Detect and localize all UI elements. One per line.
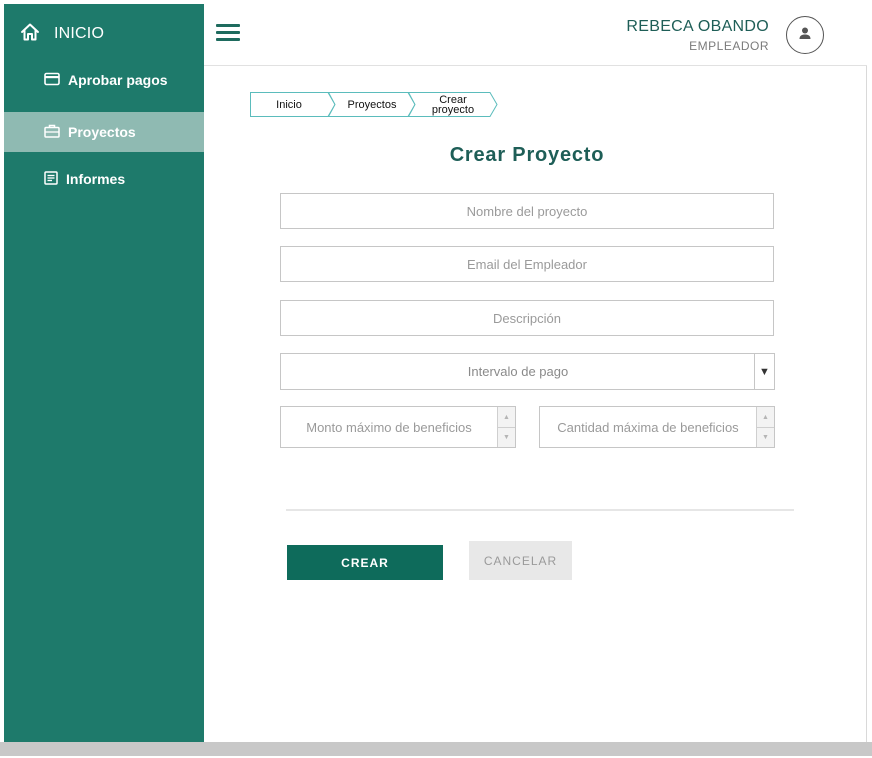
increment-arrow-icon[interactable]: ▲ bbox=[757, 407, 774, 427]
sidebar-item-aprobar-pagos[interactable]: Aprobar pagos bbox=[4, 60, 204, 100]
max-amount-stepper[interactable]: Monto máximo de beneficios ▲ ▼ bbox=[280, 406, 516, 448]
cancel-button[interactable]: CANCELAR bbox=[469, 541, 572, 580]
document-icon bbox=[44, 170, 58, 188]
user-name: REBECA OBANDO bbox=[626, 18, 769, 35]
sidebar-item-informes[interactable]: Informes bbox=[4, 159, 204, 199]
max-quantity-placeholder: Cantidad máxima de beneficios bbox=[557, 419, 739, 435]
breadcrumb-item-proyectos[interactable]: Proyectos bbox=[328, 92, 418, 117]
increment-arrow-icon[interactable]: ▲ bbox=[498, 407, 515, 427]
decrement-arrow-icon[interactable]: ▼ bbox=[498, 427, 515, 447]
sidebar-item-label: Proyectos bbox=[68, 124, 136, 140]
decrement-arrow-icon[interactable]: ▼ bbox=[757, 427, 774, 447]
hamburger-icon[interactable] bbox=[216, 24, 240, 44]
project-name-input[interactable] bbox=[280, 193, 774, 229]
employer-email-input[interactable] bbox=[280, 246, 774, 282]
payment-interval-placeholder: Intervalo de pago bbox=[467, 364, 569, 379]
breadcrumb-item-inicio[interactable]: Inicio bbox=[250, 92, 340, 117]
sidebar: INICIO Aprobar pagos Proyectos Informes bbox=[4, 4, 204, 742]
form-divider bbox=[286, 509, 794, 511]
briefcase-icon bbox=[44, 124, 60, 141]
sidebar-item-proyectos[interactable]: Proyectos bbox=[4, 112, 204, 152]
page-title: Crear Proyecto bbox=[449, 144, 605, 166]
max-quantity-spin-buttons: ▲ ▼ bbox=[756, 407, 774, 447]
description-input[interactable] bbox=[280, 300, 774, 336]
top-bar: REBECA OBANDO EMPLEADOR bbox=[204, 4, 867, 66]
breadcrumb-item-crear-proyecto[interactable]: Crear proyecto bbox=[408, 92, 500, 117]
credit-card-icon bbox=[44, 72, 60, 89]
sidebar-home-link[interactable]: INICIO bbox=[4, 4, 204, 64]
max-amount-spin-buttons: ▲ ▼ bbox=[497, 407, 515, 447]
user-icon bbox=[798, 26, 812, 45]
sidebar-item-label: Informes bbox=[66, 171, 126, 187]
user-role: EMPLEADOR bbox=[689, 39, 769, 53]
sidebar-item-label: Aprobar pagos bbox=[68, 72, 168, 88]
home-icon bbox=[20, 22, 40, 47]
dropdown-arrow-icon[interactable]: ▼ bbox=[754, 354, 774, 389]
max-amount-placeholder: Monto máximo de beneficios bbox=[306, 419, 472, 435]
window-bottom-bar bbox=[0, 742, 872, 756]
create-button[interactable]: CREAR bbox=[287, 545, 443, 580]
sidebar-home-label: INICIO bbox=[54, 25, 105, 42]
payment-interval-select[interactable]: Intervalo de pago ▼ bbox=[280, 353, 775, 390]
max-quantity-stepper[interactable]: Cantidad máxima de beneficios ▲ ▼ bbox=[539, 406, 775, 448]
user-avatar[interactable] bbox=[786, 16, 824, 54]
